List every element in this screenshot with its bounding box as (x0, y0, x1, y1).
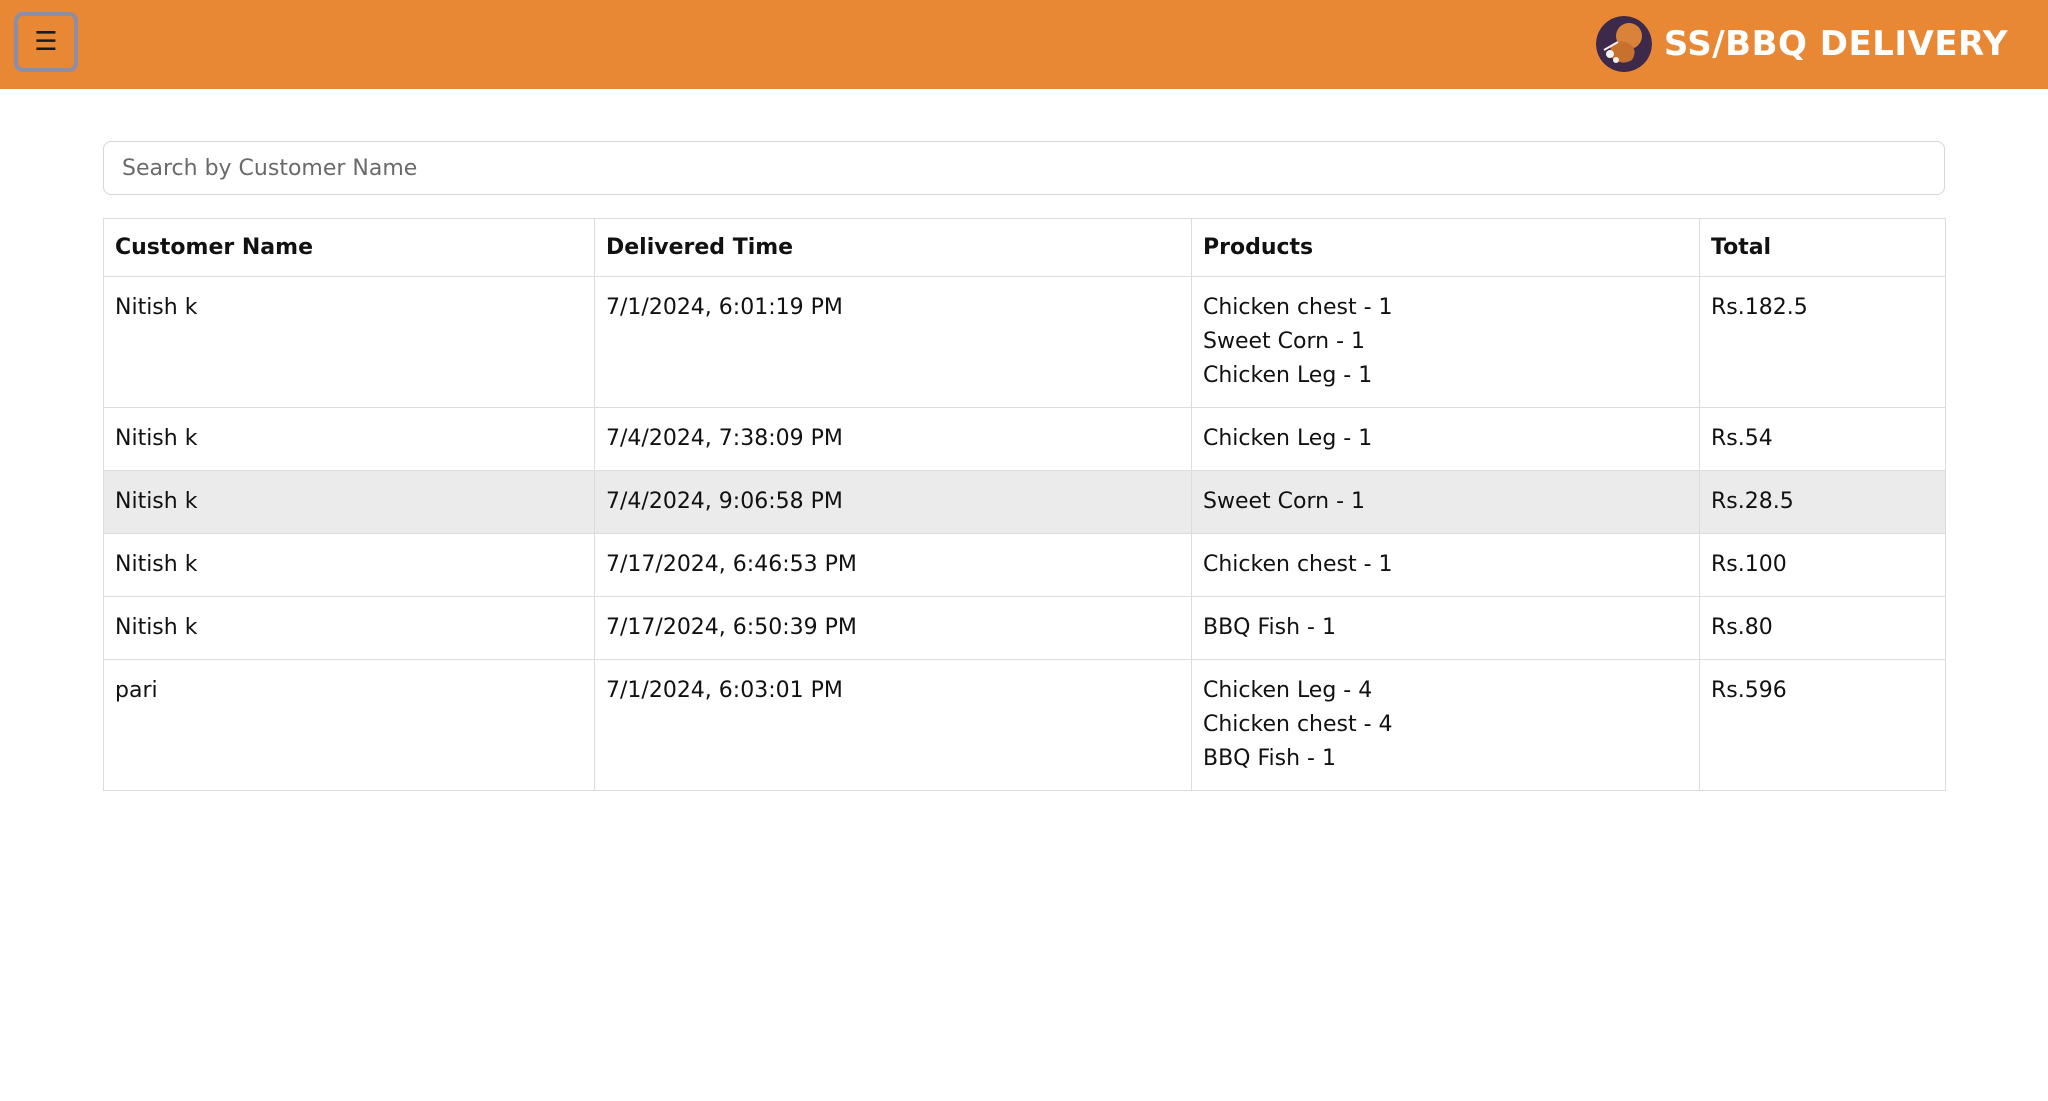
table-row: Nitish k 7/4/2024, 7:38:09 PM Chicken Le… (103, 407, 1946, 471)
table-row: Nitish k 7/17/2024, 6:50:39 PM BBQ Fish … (103, 596, 1946, 660)
customer-name-cell: pari (103, 659, 595, 791)
products-cell: Chicken Leg - 1 (1191, 407, 1700, 471)
table-row: Nitish k 7/1/2024, 6:01:19 PM Chicken ch… (103, 276, 1946, 408)
delivered-time-cell: 7/4/2024, 7:38:09 PM (594, 407, 1192, 471)
orders-table: Customer Name Delivered Time Products To… (103, 218, 1946, 791)
product-item: BBQ Fish - 1 (1203, 746, 1336, 771)
products-cell: BBQ Fish - 1 (1191, 596, 1700, 660)
total-cell: Rs.28.5 (1699, 470, 1946, 534)
total-cell: Rs.182.5 (1699, 276, 1946, 408)
customer-name-cell: Nitish k (103, 276, 595, 408)
column-header-delivered-time: Delivered Time (594, 218, 1192, 277)
customer-name-cell: Nitish k (103, 533, 595, 597)
total-cell: Rs.80 (1699, 596, 1946, 660)
search-input[interactable] (103, 141, 1945, 195)
column-header-total: Total (1699, 218, 1946, 277)
top-navbar: ☰ SS/BBQ DELIVERY (0, 0, 2048, 89)
table-row: Nitish k 7/17/2024, 6:46:53 PM Chicken c… (103, 533, 1946, 597)
bbq-logo-icon (1595, 16, 1652, 72)
product-item: Chicken chest - 4 (1203, 712, 1393, 737)
products-cell: Chicken chest - 1 (1191, 533, 1700, 597)
delivered-time-cell: 7/4/2024, 9:06:58 PM (594, 470, 1192, 534)
customer-name-cell: Nitish k (103, 407, 595, 471)
delivered-time-cell: 7/17/2024, 6:50:39 PM (594, 596, 1192, 660)
product-item: Chicken Leg - 4 (1203, 678, 1373, 703)
products-cell: Chicken Leg - 4 Chicken chest - 4 BBQ Fi… (1191, 659, 1700, 791)
column-header-customer-name: Customer Name (103, 218, 595, 277)
delivered-time-cell: 7/1/2024, 6:01:19 PM (594, 276, 1192, 408)
product-item: Chicken chest - 1 (1203, 295, 1393, 320)
product-item: Chicken chest - 1 (1203, 552, 1393, 577)
delivered-time-cell: 7/1/2024, 6:03:01 PM (594, 659, 1192, 791)
table-header-row: Customer Name Delivered Time Products To… (103, 218, 1946, 277)
product-item: Sweet Corn - 1 (1203, 329, 1365, 354)
product-item: Chicken Leg - 1 (1203, 363, 1373, 388)
table-row-highlighted: Nitish k 7/4/2024, 9:06:58 PM Sweet Corn… (103, 470, 1946, 534)
total-cell: Rs.100 (1699, 533, 1946, 597)
products-cell: Sweet Corn - 1 (1191, 470, 1700, 534)
delivered-time-cell: 7/17/2024, 6:46:53 PM (594, 533, 1192, 597)
brand[interactable]: SS/BBQ DELIVERY (1595, 14, 2008, 74)
menu-toggle-button[interactable]: ☰ (14, 12, 78, 72)
product-item: Chicken Leg - 1 (1203, 426, 1373, 451)
customer-name-cell: Nitish k (103, 596, 595, 660)
total-cell: Rs.54 (1699, 407, 1946, 471)
customer-name-cell: Nitish k (103, 470, 595, 534)
products-cell: Chicken chest - 1 Sweet Corn - 1 Chicken… (1191, 276, 1700, 408)
column-header-products: Products (1191, 218, 1700, 277)
product-item: BBQ Fish - 1 (1203, 615, 1336, 640)
brand-name: SS/BBQ DELIVERY (1663, 24, 2008, 64)
hamburger-icon: ☰ (34, 27, 58, 57)
product-item: Sweet Corn - 1 (1203, 489, 1365, 514)
table-row: pari 7/1/2024, 6:03:01 PM Chicken Leg - … (103, 659, 1946, 791)
total-cell: Rs.596 (1699, 659, 1946, 791)
